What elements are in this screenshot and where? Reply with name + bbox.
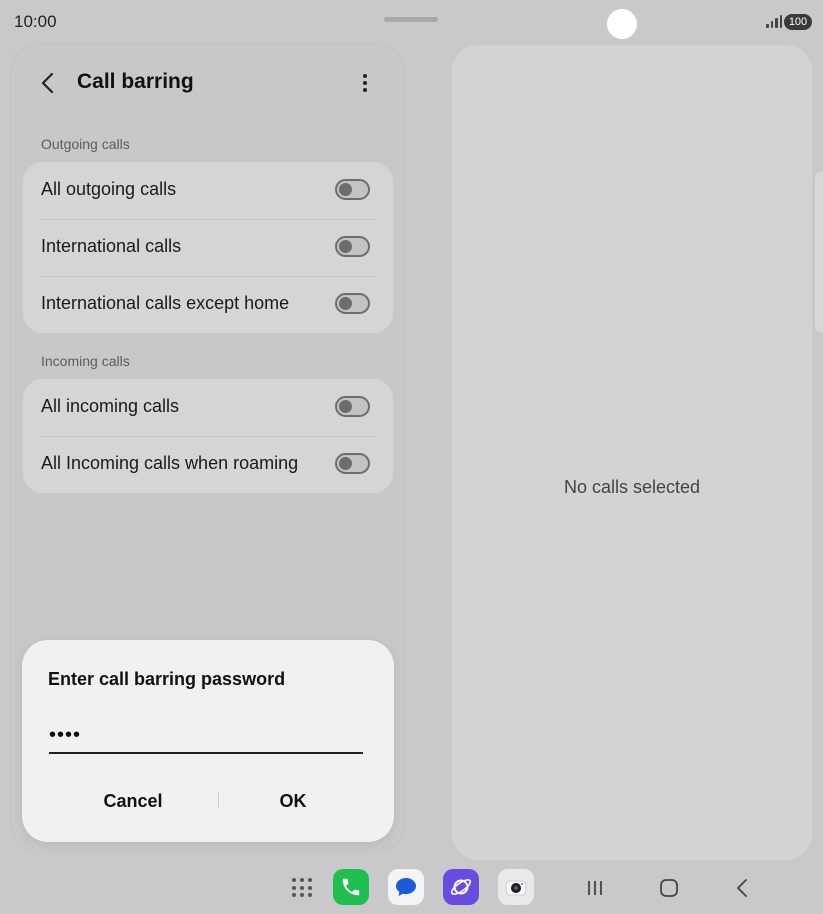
button-separator [218,792,219,808]
setting-row-international-except-home[interactable]: International calls except home [23,276,393,333]
messages-app-icon[interactable] [388,869,424,905]
recents-button[interactable] [580,876,610,900]
toggle-switch[interactable] [335,453,370,474]
password-input[interactable] [49,718,363,752]
chat-bubble-icon [396,878,416,896]
input-underline [49,752,363,754]
toggle-switch[interactable] [335,236,370,257]
back-nav-button[interactable] [727,876,757,900]
signal-icon [766,14,782,28]
apps-grid-icon[interactable] [292,878,314,898]
back-nav-icon [737,879,747,897]
internet-app-icon[interactable] [443,869,479,905]
dialog-title: Enter call barring password [48,669,286,689]
setting-label: All outgoing calls [41,179,177,199]
toggle-knob [339,457,352,470]
section-label-incoming: Incoming calls [41,353,130,369]
front-camera-cutout [607,9,637,39]
phone-handset-icon [342,878,360,896]
outgoing-calls-card: All outgoing calls International calls I… [23,162,393,333]
toggle-switch[interactable] [335,293,370,314]
edge-panel-handle[interactable] [815,172,823,332]
camera-lens-icon [505,880,527,896]
page-title: Call barring [77,70,194,93]
camera-app-icon[interactable] [498,869,534,905]
toggle-knob [339,400,352,413]
toggle-switch[interactable] [335,179,370,200]
setting-label: All Incoming calls when roaming [41,453,299,473]
incoming-calls-card: All incoming calls All Incoming calls wh… [23,379,393,493]
home-button[interactable] [654,876,684,900]
recents-icon [588,881,602,895]
toggle-knob [339,183,352,196]
ok-button[interactable]: OK [220,785,366,817]
setting-label: All incoming calls [41,396,180,416]
cancel-button[interactable]: Cancel [48,785,218,817]
more-vert-icon [363,74,367,92]
setting-row-incoming-roaming[interactable]: All Incoming calls when roaming [23,436,393,493]
back-button[interactable] [28,63,68,103]
home-icon [660,879,678,897]
detail-panel [452,45,812,860]
setting-row-all-incoming[interactable]: All incoming calls [23,379,393,436]
phone-app-icon[interactable] [333,869,369,905]
setting-label: International calls [41,236,182,256]
toggle-knob [339,240,352,253]
toggle-switch[interactable] [335,396,370,417]
setting-label: International calls except home [41,293,290,313]
empty-state-text: No calls selected [563,477,701,497]
battery-icon: 100 [784,14,812,30]
chevron-left-icon [41,72,54,94]
planet-icon [450,879,472,895]
status-time: 10:00 [14,12,57,31]
setting-row-international[interactable]: International calls [23,219,393,276]
drag-handle[interactable] [384,17,438,22]
toggle-knob [339,297,352,310]
section-label-outgoing: Outgoing calls [41,136,130,152]
setting-row-all-outgoing[interactable]: All outgoing calls [23,162,393,219]
more-options-button[interactable] [345,63,385,103]
